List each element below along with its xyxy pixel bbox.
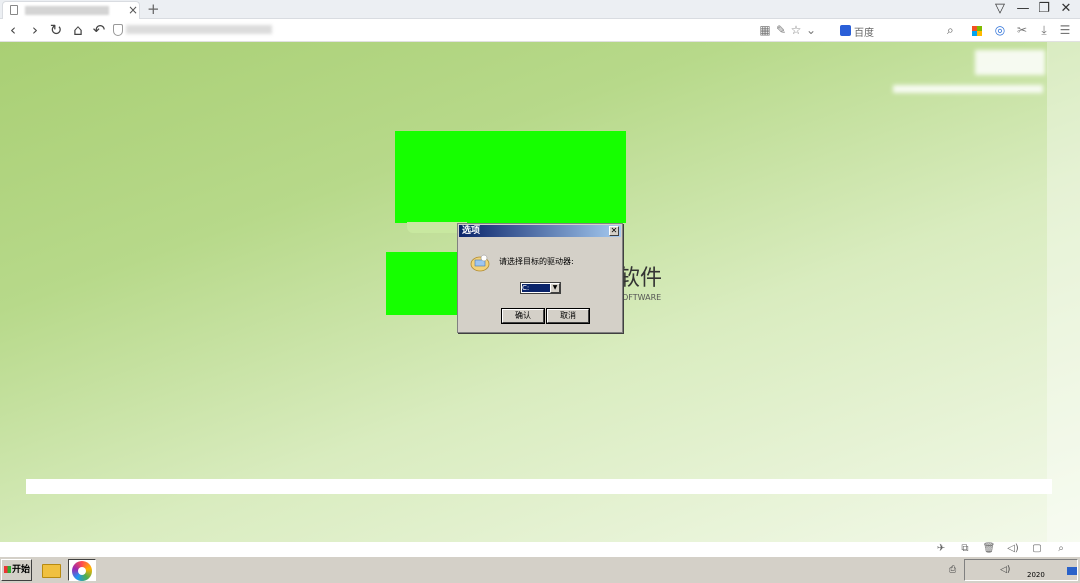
browser-taskbar-icon[interactable] — [68, 559, 96, 581]
tab-title-blurred — [25, 6, 109, 15]
page-scroll-strip — [1047, 42, 1080, 542]
start-button[interactable]: 开始 — [1, 559, 32, 581]
window-icon[interactable]: ▢ — [1030, 543, 1044, 554]
chevron-down-icon[interactable]: ⌄ — [803, 22, 819, 38]
drive-icon — [470, 254, 490, 272]
explorer-folder-icon[interactable] — [39, 559, 64, 581]
dialog-prompt: 请选择目标的驱动器: — [499, 257, 574, 266]
qr-code-icon[interactable]: ▦ — [757, 22, 773, 38]
footer-divider — [26, 479, 1052, 494]
dialog-close-button[interactable]: ✕ — [609, 226, 619, 236]
drive-select-value: C: — [522, 284, 550, 292]
windows-flag-icon — [4, 566, 11, 573]
blurred-nav-text — [893, 85, 1043, 93]
software-title-en: OFTWARE — [622, 293, 662, 302]
redacted-logo-block — [386, 252, 458, 315]
browser-toolbar: ‹ › ↻ ⌂ ↶ ▦ ✎ ☆ ⌄ 百度 ⌕ ◎ ✂ ⤓ ☰ — [0, 19, 1080, 42]
bookmark-star-icon[interactable]: ☆ — [788, 22, 804, 38]
trash-icon[interactable]: 🗑 — [982, 543, 996, 554]
new-tab-button[interactable]: + — [147, 0, 160, 18]
cancel-button[interactable]: 取消 — [547, 309, 589, 323]
restore-button[interactable]: ❐ — [1034, 1, 1054, 16]
options-dialog: 选项 ✕ 请选择目标的驱动器: C: ▼ 确认 取消 — [457, 223, 623, 333]
system-tray: ⎙ ◁) 2020 — [949, 559, 1078, 581]
browser-tab[interactable]: × — [2, 1, 140, 19]
back-button[interactable]: ‹ — [4, 21, 22, 39]
tab-close-icon[interactable]: × — [128, 3, 138, 17]
search-icon[interactable]: ⌕ — [947, 23, 954, 38]
apps-icon[interactable] — [972, 26, 982, 36]
extension-icon[interactable]: ◎ — [992, 22, 1008, 38]
dropdown-arrow-icon[interactable]: ▼ — [550, 283, 560, 293]
zoom-icon[interactable]: ⌕ — [1054, 543, 1068, 554]
dialog-title-bar[interactable]: 选项 ✕ — [459, 225, 621, 237]
network-icon[interactable] — [1067, 567, 1077, 575]
minimize-button[interactable]: — — [1013, 1, 1033, 16]
menu-icon[interactable]: ☰ — [1057, 22, 1073, 38]
copy-icon[interactable]: ⧉ — [958, 543, 972, 554]
forward-button[interactable]: › — [26, 21, 44, 39]
printer-icon[interactable]: ⎙ — [949, 565, 956, 575]
drive-select[interactable]: C: ▼ — [520, 282, 561, 294]
taskbar: 开始 ⎙ ◁) 2020 — [0, 556, 1080, 583]
skin-icon[interactable]: ▽ — [990, 1, 1010, 16]
ok-button[interactable]: 确认 — [502, 309, 544, 323]
download-icon[interactable]: ⤓ — [1036, 22, 1052, 38]
document-icon — [10, 5, 18, 15]
close-window-button[interactable]: ✕ — [1056, 1, 1076, 16]
search-box[interactable]: 百度 ⌕ — [836, 21, 963, 39]
home-button[interactable]: ⌂ — [69, 21, 87, 39]
scissors-icon[interactable]: ✂ — [1014, 22, 1030, 38]
undo-close-button[interactable]: ↶ — [90, 21, 108, 39]
reader-icon[interactable]: ✎ — [773, 22, 789, 38]
rocket-icon[interactable]: ✈ — [934, 543, 948, 554]
baidu-icon — [840, 25, 851, 36]
speaker-icon[interactable]: ◁) — [1000, 565, 1010, 575]
address-bar-blurred[interactable] — [126, 25, 272, 34]
browser-tab-bar: × + ▽ — ❐ ✕ — [0, 0, 1080, 19]
start-label: 开始 — [12, 565, 31, 575]
refresh-button[interactable]: ↻ — [47, 21, 65, 39]
blurred-logo — [975, 50, 1045, 75]
shield-icon — [113, 24, 123, 36]
redacted-banner-block — [395, 131, 626, 223]
software-title-cn: 软件 — [618, 266, 663, 291]
tray-clock: 2020 — [1027, 571, 1045, 579]
dialog-title: 选项 — [462, 226, 481, 236]
browser-status-bar: ✈ ⧉ 🗑 ◁) ▢ ⌕ — [0, 542, 1080, 556]
volume-icon[interactable]: ◁) — [1006, 543, 1020, 554]
search-engine-label: 百度 — [854, 28, 874, 39]
